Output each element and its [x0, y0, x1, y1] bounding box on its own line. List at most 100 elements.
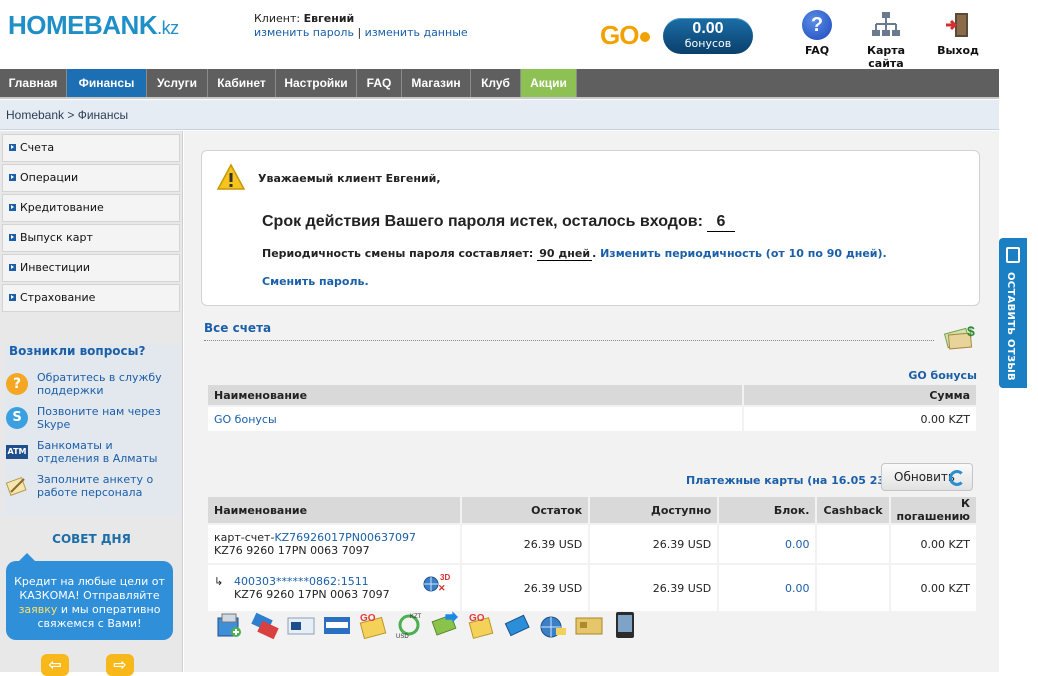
- card-transfer-icon[interactable]: [250, 610, 280, 640]
- client-name: Евгений: [303, 12, 355, 25]
- sidebar-item-insurance[interactable]: Страхование: [2, 284, 180, 312]
- faq-button[interactable]: ? FAQ: [796, 10, 838, 57]
- form-icon: [6, 476, 27, 496]
- password-expiry-alert: Уважаемый клиент Евгений, Срок действия …: [201, 150, 980, 306]
- atm-link-text: Банкоматы и отделения в Алматы: [37, 439, 158, 465]
- tip-title: СОВЕТ ДНЯ: [52, 532, 131, 546]
- tip-next-button[interactable]: ⇨: [106, 654, 134, 676]
- table-row: GO бонусы 0.00 KZT: [206, 405, 978, 433]
- sidebar-item-credit[interactable]: Кредитование: [2, 194, 180, 222]
- card-available: 26.39 USD: [588, 563, 720, 613]
- change-period-link[interactable]: Изменить периодичность (от 10 по 90 дней…: [600, 247, 887, 260]
- expiry-message: Срок действия Вашего пароля истек, остал…: [262, 213, 703, 230]
- card-blocked-link[interactable]: 0.00: [785, 538, 810, 551]
- tip-prev-button[interactable]: ⇦: [41, 654, 69, 676]
- client-info: Клиент: Евгений изменить пароль | измени…: [254, 12, 468, 40]
- mobile-device-icon[interactable]: [610, 610, 640, 640]
- table-row: карт-счет-KZ76926017PN00637097 KZ76 9260…: [205, 523, 979, 565]
- bullet-arrow-icon: [9, 294, 16, 301]
- sidebar-item-investments[interactable]: Инвестиции: [2, 254, 180, 282]
- alert-period: Периодичность смены пароля составляет: 90…: [262, 247, 887, 261]
- card-lock-icon[interactable]: [286, 610, 316, 640]
- card-cashback: [815, 563, 891, 613]
- card-cashback: [815, 523, 891, 565]
- sidebar-item-label: Инвестиции: [20, 261, 91, 274]
- change-data-link[interactable]: изменить данные: [365, 26, 468, 39]
- sidebar-item-label: Страхование: [20, 291, 96, 304]
- go-bonus-logo[interactable]: GO: [600, 20, 651, 51]
- go-card-icon[interactable]: GO: [358, 610, 388, 640]
- money-icon: $: [943, 323, 975, 350]
- main-nav: Главная Финансы Услуги Кабинет Настройки…: [0, 69, 999, 99]
- card-account-link[interactable]: KZ76926017PN00637097: [274, 531, 416, 544]
- tip-application-link[interactable]: заявку: [19, 603, 58, 616]
- separator: |: [357, 26, 362, 39]
- internet-globe-icon[interactable]: [538, 610, 568, 640]
- amex-card-icon[interactable]: [322, 610, 352, 640]
- card-blocked-link[interactable]: 0.00: [785, 582, 810, 595]
- atm-link[interactable]: ATM Банкоматы и отделения в Алматы: [6, 439, 174, 467]
- sidebar-item-accounts[interactable]: Счета: [2, 134, 180, 162]
- refresh-button[interactable]: Обновить: [881, 463, 973, 491]
- card-arrow-icon[interactable]: [430, 610, 460, 640]
- 3d-secure-icon: 3D ✕: [423, 573, 451, 593]
- svg-text:3D: 3D: [440, 573, 450, 582]
- bonus-balance-button[interactable]: 0.00 бонусов: [663, 18, 753, 54]
- nav-item-promotions[interactable]: Акции: [521, 69, 577, 97]
- logo-suffix: .kz: [157, 18, 179, 38]
- nav-item-finance[interactable]: Финансы: [67, 69, 147, 97]
- divider: [204, 340, 934, 341]
- exit-door-icon: [946, 13, 968, 37]
- go-bonus-link[interactable]: GO бонусы: [908, 369, 977, 382]
- nav-item-home[interactable]: Главная: [0, 69, 67, 97]
- cards-title: Платежные карты (на 16.05 23:02): [686, 474, 910, 487]
- sidebar-item-card-issue[interactable]: Выпуск карт: [2, 224, 180, 252]
- feedback-tab[interactable]: ОСТАВИТЬ ОТЗЫВ: [999, 238, 1027, 388]
- card-account-cell: карт-счет-KZ76926017PN00637097 KZ76 9260…: [205, 523, 463, 565]
- logout-button[interactable]: Выход: [934, 10, 982, 57]
- nav-item-settings[interactable]: Настройки: [276, 69, 357, 97]
- logins-left-value: 6: [706, 213, 735, 232]
- nav-item-shop[interactable]: Магазин: [402, 69, 471, 97]
- client-label: Клиент:: [254, 12, 301, 25]
- go-logo-text: GO: [600, 20, 639, 50]
- change-password-alert-link[interactable]: Сменить пароль.: [262, 275, 369, 288]
- support-link[interactable]: ? Обратитесь в службу поддержки: [6, 371, 174, 399]
- column-header-cashback: Cashback: [815, 495, 891, 525]
- svg-text:KZT: KZT: [410, 614, 422, 620]
- sub-item-arrow-icon: ↳: [214, 575, 224, 588]
- svg-text:USD: USD: [396, 634, 409, 640]
- currency-exchange-icon[interactable]: KZT USD: [394, 610, 424, 640]
- nav-item-club[interactable]: Клуб: [471, 69, 521, 97]
- logo-text: HOMEBANK: [8, 10, 158, 40]
- survey-link[interactable]: Заполните анкету о работе персонала: [6, 473, 174, 501]
- change-password-link[interactable]: изменить пароль: [254, 26, 354, 39]
- logout-label: Выход: [937, 44, 979, 57]
- go-voucher-icon[interactable]: GO: [466, 610, 496, 640]
- gold-card-icon[interactable]: [574, 610, 604, 640]
- sitemap-button[interactable]: Карта сайта: [850, 10, 922, 70]
- homebank-logo[interactable]: HOMEBANK.kz: [8, 10, 179, 41]
- alert-change: Сменить пароль.: [262, 275, 369, 288]
- bullet-arrow-icon: [9, 204, 16, 211]
- blue-card-icon[interactable]: [502, 610, 532, 640]
- sidebar-item-label: Кредитование: [20, 201, 104, 214]
- nav-item-faq[interactable]: FAQ: [357, 69, 402, 97]
- sidebar-item-operations[interactable]: Операции: [2, 164, 180, 192]
- skype-link[interactable]: S Позвоните нам через Skype: [6, 405, 174, 433]
- nav-item-cabinet[interactable]: Кабинет: [208, 69, 276, 97]
- alert-main-text: Срок действия Вашего пароля истек, остал…: [262, 213, 735, 232]
- bonus-label: бонусов: [684, 37, 732, 50]
- nav-item-services[interactable]: Услуги: [147, 69, 208, 97]
- card-reader-icon[interactable]: [214, 610, 244, 640]
- card-number-link[interactable]: 400303******0862:1511: [234, 575, 369, 588]
- bonus-table: Наименование Сумма GO бонусы 0.00 KZT: [206, 383, 978, 433]
- bonus-row-link[interactable]: GO бонусы: [214, 413, 277, 426]
- column-header-repay: К погашению: [888, 495, 979, 525]
- alert-greeting: Уважаемый клиент Евгений,: [258, 172, 441, 185]
- card-prefix: карт-счет-: [214, 531, 275, 544]
- all-accounts-title[interactable]: Все счета: [204, 321, 271, 335]
- card-iban: KZ76 9260 17PN 0063 7097: [234, 588, 390, 601]
- table-row: ↳ 400303******0862:1511 KZ76 9260 17PN 00…: [205, 563, 979, 613]
- period-label: Периодичность смены пароля составляет:: [262, 247, 534, 260]
